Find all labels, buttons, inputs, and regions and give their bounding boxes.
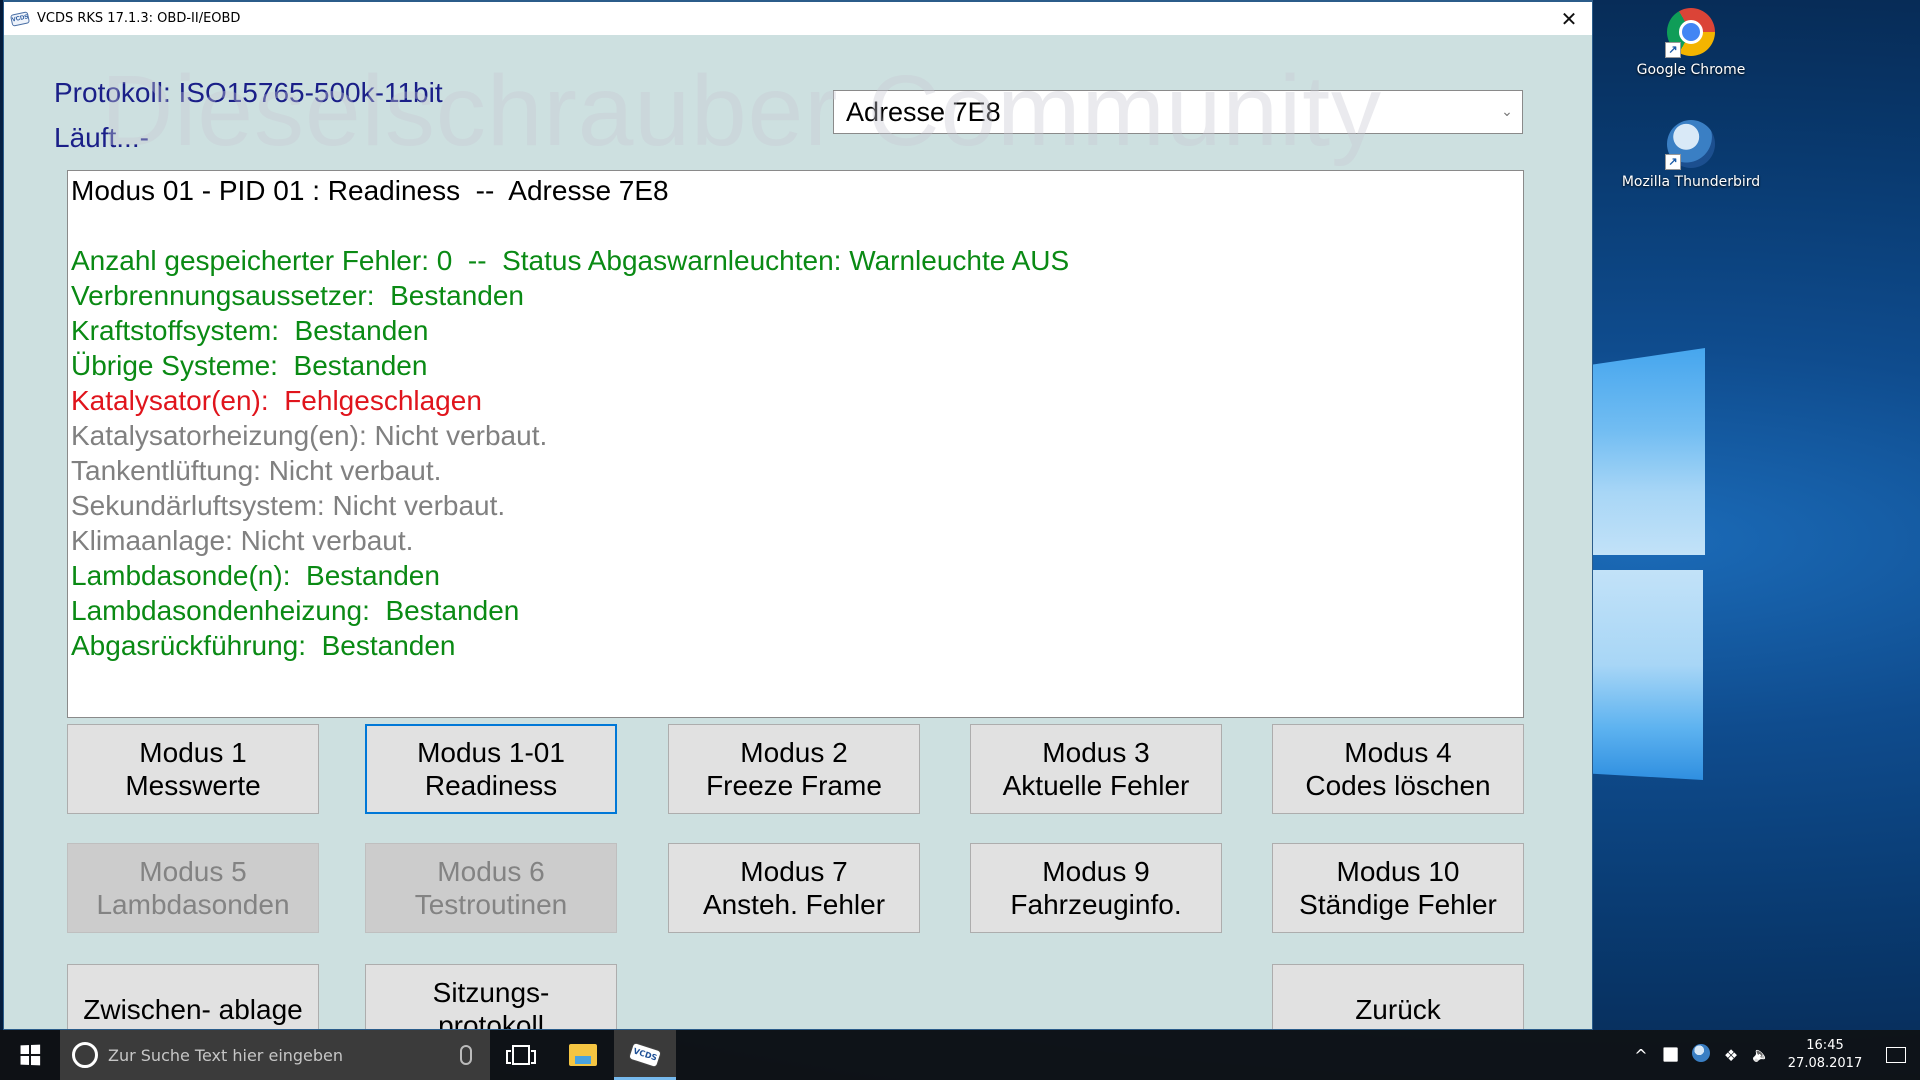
- button-label-line2: Messwerte: [125, 770, 261, 801]
- modus-7-button[interactable]: Modus 7 Ansteh. Fehler: [668, 843, 920, 933]
- clipboard-button[interactable]: Zwischen- ablage: [67, 964, 319, 1029]
- button-label-line2: protokoll: [438, 1010, 544, 1030]
- wifi-icon[interactable]: 📶: [1656, 1048, 1686, 1063]
- button-label-line2: Ständige Fehler: [1299, 889, 1497, 920]
- title-bar[interactable]: VCDS VCDS RKS 17.1.3: OBD-II/EOBD ✕: [4, 2, 1592, 35]
- vcds-window: VCDS VCDS RKS 17.1.3: OBD-II/EOBD ✕ Dies…: [3, 0, 1593, 1030]
- window-title: VCDS RKS 17.1.3: OBD-II/EOBD: [37, 11, 241, 26]
- system-tray: ^ 📶 ❖ 🔈 16:45 27.08.2017: [1626, 1030, 1920, 1080]
- volume-icon[interactable]: 🔈: [1746, 1047, 1776, 1063]
- result-line: Katalysator(en): Fehlgeschlagen: [71, 385, 482, 416]
- button-label-line1: Modus 10: [1336, 856, 1460, 887]
- button-label-line1: Modus 9: [1042, 856, 1150, 887]
- result-line: [71, 208, 1520, 243]
- action-center-button[interactable]: [1872, 1030, 1920, 1080]
- taskbar-search-box[interactable]: Zur Suche Text hier eingeben: [60, 1030, 490, 1080]
- close-button[interactable]: ✕: [1546, 2, 1592, 35]
- protocol-label: Protokoll: ISO15765-500k-11bit: [54, 77, 443, 108]
- button-label-line2: Testroutinen: [414, 889, 568, 920]
- button-label-line1: Modus 1: [139, 737, 247, 768]
- result-line: Tankentlüftung: Nicht verbaut.: [71, 455, 442, 486]
- button-label-line2: Ansteh. Fehler: [702, 889, 886, 920]
- button-label-line1: Modus 4: [1344, 737, 1452, 768]
- modus-2-button[interactable]: Modus 2 Freeze Frame: [668, 724, 920, 814]
- result-line: Abgasrückführung: Bestanden: [71, 630, 456, 661]
- button-label-line1: Modus 3: [1042, 737, 1150, 768]
- modus-4-button[interactable]: Modus 4 Codes löschen: [1272, 724, 1524, 814]
- task-view-button[interactable]: [490, 1030, 552, 1080]
- back-button[interactable]: Zurück: [1272, 964, 1524, 1029]
- thunderbird-icon: ↗: [1665, 120, 1715, 170]
- result-line: Klimaanlage: Nicht verbaut.: [71, 525, 414, 556]
- modus-10-button[interactable]: Modus 10 Ständige Fehler: [1272, 843, 1524, 933]
- result-line: Katalysatorheizung(en): Nicht verbaut.: [71, 420, 548, 451]
- chrome-icon: ↗: [1665, 8, 1715, 58]
- button-label-line1: Sitzungs-: [432, 977, 550, 1008]
- file-explorer-icon: [569, 1044, 597, 1066]
- result-line: Verbrennungsaussetzer: Bestanden: [71, 280, 524, 311]
- status-label: Läuft...-: [54, 122, 149, 153]
- modus-9-button[interactable]: Modus 9 Fahrzeuginfo.: [970, 843, 1222, 933]
- clock-time: 16:45: [1806, 1038, 1844, 1053]
- notification-icon: [1886, 1047, 1906, 1063]
- start-button[interactable]: [0, 1030, 60, 1080]
- address-dropdown[interactable]: Adresse 7E8 ⌄: [833, 90, 1523, 134]
- desktop-icon-chrome[interactable]: ↗ Google Chrome: [1621, 8, 1761, 78]
- result-header: Modus 01 - PID 01 : Readiness -- Adresse…: [71, 175, 669, 206]
- cortana-icon[interactable]: [72, 1042, 98, 1068]
- result-line: Sekundärluftsystem: Nicht verbaut.: [71, 490, 506, 521]
- button-label-line1: Modus 5: [139, 856, 247, 887]
- taskbar: Zur Suche Text hier eingeben VCDS ^ 📶 ❖ …: [0, 1030, 1920, 1080]
- modus-5-button: Modus 5 Lambdasonden: [67, 843, 319, 933]
- modus-6-button: Modus 6 Testroutinen: [365, 843, 617, 933]
- modus-1-button[interactable]: Modus 1 Messwerte: [67, 724, 319, 814]
- vcds-icon: VCDS: [627, 1041, 663, 1069]
- thunderbird-tray-icon[interactable]: [1686, 1044, 1716, 1066]
- button-label-line2: Aktuelle Fehler: [1002, 770, 1190, 801]
- task-view-icon: [506, 1045, 536, 1065]
- file-explorer-button[interactable]: [552, 1030, 614, 1080]
- result-line: Übrige Systeme: Bestanden: [71, 350, 428, 381]
- button-label-line1: Modus 6: [437, 856, 545, 887]
- wallpaper-logo-pane-bottom: [1593, 570, 1703, 780]
- session-log-button[interactable]: Sitzungs-protokoll: [365, 964, 617, 1030]
- chevron-down-icon[interactable]: ⌄: [1492, 104, 1522, 120]
- windows-logo-icon: [20, 1044, 41, 1066]
- button-label-line2: Lambdasonden: [96, 889, 290, 920]
- readiness-result-box[interactable]: Modus 01 - PID 01 : Readiness -- Adresse…: [67, 170, 1524, 718]
- result-line: Lambdasonde(n): Bestanden: [71, 560, 440, 591]
- desktop-icon-label: Mozilla Thunderbird: [1621, 174, 1761, 190]
- vcds-app-icon: VCDS: [9, 10, 31, 27]
- button-label-line1: Modus 1-01: [417, 737, 565, 768]
- modus-1-01-button[interactable]: Modus 1-01 Readiness: [365, 724, 617, 814]
- show-hidden-icons-chevron-icon[interactable]: ^: [1626, 1046, 1656, 1065]
- button-label-line1: Zurück: [1355, 993, 1441, 1025]
- button-label-line2: Readiness: [424, 770, 558, 801]
- vcds-taskbar-button[interactable]: VCDS: [614, 1030, 676, 1080]
- address-dropdown-value: Adresse 7E8: [846, 96, 1001, 127]
- desktop-icon-thunderbird[interactable]: ↗ Mozilla Thunderbird: [1621, 120, 1761, 190]
- button-label-line2: Fahrzeuginfo.: [1010, 889, 1182, 920]
- button-label-line1: Zwischen- ablage: [83, 993, 303, 1025]
- result-line: Lambdasondenheizung: Bestanden: [71, 595, 520, 626]
- modus-3-button[interactable]: Modus 3 Aktuelle Fehler: [970, 724, 1222, 814]
- shortcut-arrow-icon: ↗: [1665, 154, 1681, 170]
- button-label-line2: Freeze Frame: [706, 770, 882, 801]
- dropbox-icon[interactable]: ❖: [1716, 1046, 1746, 1065]
- desktop-icon-label: Google Chrome: [1636, 62, 1746, 78]
- clock[interactable]: 16:45 27.08.2017: [1786, 1037, 1864, 1073]
- result-line: Kraftstoffsystem: Bestanden: [71, 315, 429, 346]
- wallpaper-logo-pane-top: [1593, 348, 1705, 555]
- shortcut-arrow-icon: ↗: [1665, 42, 1681, 58]
- button-label-line2: Codes löschen: [1305, 770, 1491, 801]
- microphone-icon[interactable]: [460, 1045, 472, 1065]
- button-label-line1: Modus 7: [740, 856, 848, 887]
- result-line: Anzahl gespeicherter Fehler: 0 -- Status…: [71, 245, 1070, 276]
- button-label-line1: Modus 2: [740, 737, 848, 768]
- search-placeholder: Zur Suche Text hier eingeben: [108, 1045, 344, 1065]
- clock-date: 27.08.2017: [1787, 1056, 1863, 1071]
